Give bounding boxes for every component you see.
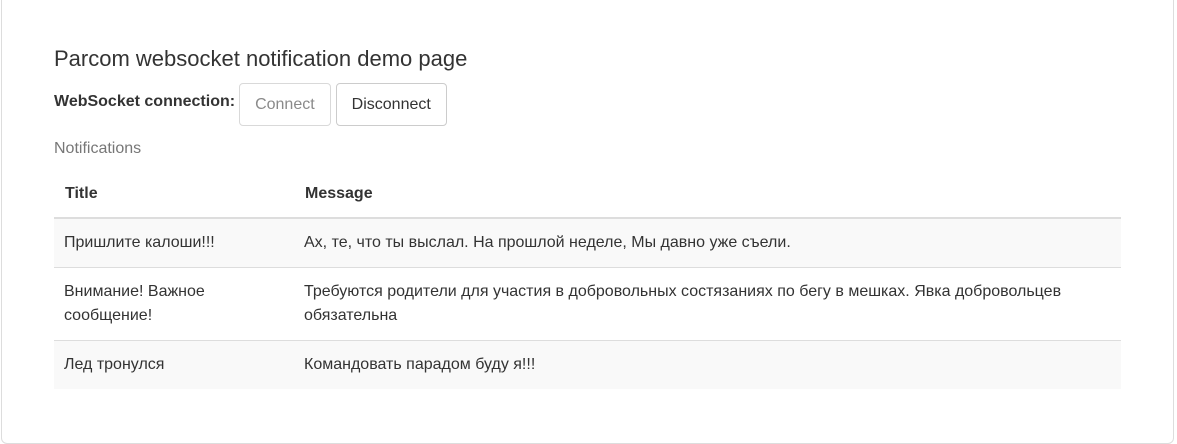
- notification-message: Требуются родители для участия в доброво…: [294, 267, 1121, 341]
- column-header-message: Message: [294, 171, 1121, 219]
- notification-message: Командовать парадом буду я!!!: [294, 340, 1121, 389]
- table-row: Внимание! Важное сообщение! Требуются ро…: [54, 267, 1121, 341]
- connection-label: WebSocket connection:: [54, 93, 236, 110]
- notifications-caption: Notifications: [54, 140, 142, 157]
- notification-title: Внимание! Важное сообщение!: [54, 267, 294, 341]
- table-row: Лед тронулся Командовать парадом буду я!…: [54, 340, 1121, 389]
- disconnect-button[interactable]: Disconnect: [335, 83, 447, 126]
- connect-button[interactable]: Connect: [239, 83, 331, 126]
- table-header-row: Title Message: [54, 171, 1121, 219]
- column-header-title: Title: [54, 171, 294, 219]
- notification-title: Лед тронулся: [54, 340, 294, 389]
- notifications-table: Title Message Пришлите калоши!!! Ах, те,…: [54, 171, 1121, 389]
- table-row: Пришлите калоши!!! Ах, те, что ты выслал…: [54, 218, 1121, 268]
- connection-controls: WebSocket connection: Connect Disconnect: [54, 83, 1121, 127]
- page-title: Parcom websocket notification demo page: [54, 46, 468, 71]
- notification-message: Ах, те, что ты выслал. На прошлой неделе…: [304, 234, 791, 251]
- page-content: Parcom websocket notification demo page …: [54, 44, 1121, 389]
- notification-title: Пришлите калоши!!!: [64, 234, 215, 251]
